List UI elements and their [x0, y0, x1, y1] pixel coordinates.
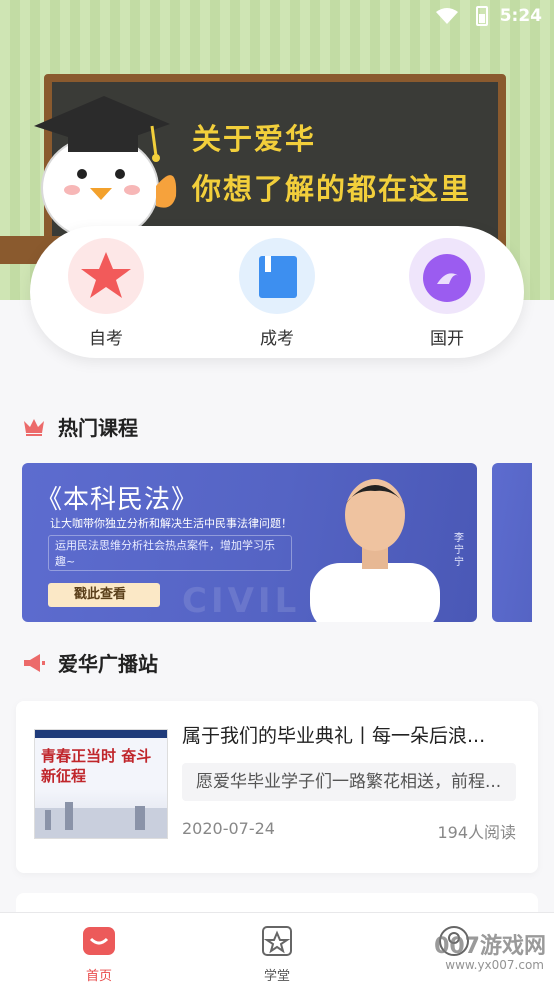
wifi-icon [436, 8, 458, 24]
course-subtitle: 让大咖带你独立分析和解决生活中民事法律问题！ [50, 517, 292, 530]
megaphone-icon [24, 653, 45, 672]
teacher-photo [310, 479, 440, 622]
news-thumbnail-text: 青春正当时 奋斗新征程 [41, 747, 152, 785]
tab-label: 首页 [85, 969, 112, 984]
category-label: 自考 [89, 329, 123, 349]
battery-icon [476, 6, 488, 26]
book-icon [239, 238, 315, 314]
study-icon [259, 923, 295, 959]
course-banner-next[interactable] [492, 463, 532, 622]
category-guokai[interactable]: 国开 [397, 238, 497, 349]
news-title: 属于我们的毕业典礼丨每一朵后浪... [182, 725, 486, 747]
section-news-header: 爱华广播站 [22, 648, 158, 677]
news-read-count: 194人阅读 [437, 823, 516, 842]
course-banner[interactable]: CIVIL LAW 《本科民法》 让大咖带你独立分析和解决生活中民事法律问题！ … [22, 463, 477, 622]
category-label: 成考 [260, 329, 294, 349]
hero-title: 关于爱华 [192, 122, 317, 156]
section-title: 爱华广播站 [58, 652, 158, 676]
news-summary: 愿爱华毕业学子们一路繁花相送，前程... [182, 763, 516, 801]
news-card[interactable]: 青春正当时 奋斗新征程 属于我们的毕业典礼丨每一朵后浪... 愿爱华毕业学子们一… [16, 701, 538, 873]
tab-study[interactable]: 学堂 [237, 923, 317, 984]
crown-icon [24, 418, 44, 436]
status-time: 5:24 [499, 6, 542, 26]
tab-home[interactable]: 首页 [59, 923, 139, 984]
course-description: 运用民法思维分析社会热点案件，增加学习乐趣~ [48, 535, 292, 571]
category-card: 自考 成考 国开 [30, 226, 524, 358]
course-teacher-name: 李宁宁 [454, 533, 464, 568]
watermark-url: www.yx007.com [445, 958, 544, 972]
news-date: 2020-07-24 [182, 819, 275, 838]
course-button-label: 戳此查看 [74, 587, 127, 602]
section-hot-courses-header: 热门课程 [22, 412, 138, 441]
category-label: 国开 [430, 329, 464, 349]
category-zikao[interactable]: 自考 [56, 238, 156, 349]
news-thumbnail: 青春正当时 奋斗新征程 [34, 729, 168, 839]
status-bar: 5:24 [0, 0, 554, 34]
moon-icon [409, 238, 485, 314]
section-title: 热门课程 [58, 416, 138, 440]
course-view-button[interactable]: 戳此查看 [48, 583, 160, 607]
category-chengkao[interactable]: 成考 [227, 238, 327, 349]
star-icon [68, 238, 144, 314]
watermark-text: 007游戏网 [434, 934, 546, 959]
home-icon [81, 923, 117, 959]
tab-label: 学堂 [263, 969, 290, 984]
course-title: 《本科民法》 [36, 485, 199, 515]
hero-subtitle: 你想了解的都在这里 [192, 172, 472, 206]
